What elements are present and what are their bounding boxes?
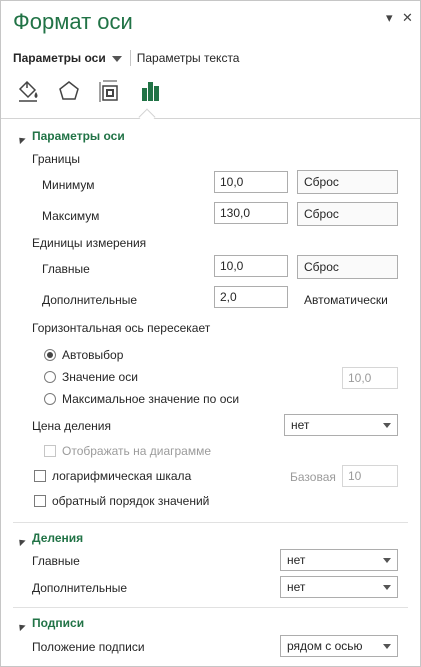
radio-axis-value[interactable] [44, 371, 56, 383]
chevron-down-icon [383, 558, 391, 563]
collapse-triangle-icon [16, 621, 26, 632]
units-label: Единицы измерения [32, 236, 147, 250]
display-units-value: нет [291, 418, 310, 432]
minor-tick-label: Дополнительные [32, 581, 127, 595]
radio-automatic-label[interactable]: Автовыбор [62, 348, 123, 362]
minimum-input[interactable]: 10,0 [214, 171, 288, 193]
axis-options-collapse-toggle[interactable] [16, 131, 26, 145]
minor-unit-state: Автоматически [304, 293, 388, 307]
pane-title: Формат оси [13, 9, 133, 34]
icon-bar-divider [1, 118, 420, 119]
label-position-label: Положение подписи [32, 640, 145, 654]
label-position-dropdown[interactable]: рядом с осью [280, 635, 398, 657]
major-tick-dropdown[interactable]: нет [280, 549, 398, 571]
major-unit-label: Главные [42, 262, 90, 276]
tab-axis-options[interactable]: Параметры оси [13, 51, 106, 65]
minimum-label: Минимум [42, 178, 95, 192]
major-unit-reset-button[interactable]: Сброс [297, 255, 398, 279]
minor-tick-value: нет [287, 580, 306, 594]
major-tick-value: нет [287, 553, 306, 567]
axis-value-input[interactable]: 10,0 [342, 367, 398, 389]
display-units-dropdown[interactable]: нет [284, 414, 398, 436]
radio-max-axis-value-label[interactable]: Максимальное значение по оси [62, 392, 239, 406]
radio-axis-value-label[interactable]: Значение оси [62, 370, 138, 384]
section-divider [13, 522, 408, 523]
reverse-order-checkbox[interactable] [34, 495, 46, 507]
collapse-triangle-icon [16, 134, 26, 145]
chevron-down-icon[interactable] [111, 56, 122, 62]
label-position-value: рядом с осью [287, 639, 363, 653]
show-units-label: Отображать на диаграмме [62, 444, 212, 458]
selected-category-pointer [138, 108, 156, 126]
major-tick-label: Главные [32, 554, 80, 568]
axis-options-bar-chart-icon[interactable] [136, 77, 166, 105]
chevron-down-icon [383, 423, 391, 428]
maximum-input[interactable]: 130,0 [214, 202, 288, 224]
category-icon-bar [13, 77, 177, 105]
radio-max-axis-value[interactable] [44, 393, 56, 405]
format-axis-pane: Формат оси ▾ ✕ Параметры оси Параметры т… [0, 0, 421, 667]
collapse-triangle-icon [16, 536, 26, 547]
close-icon[interactable]: ✕ [402, 10, 413, 26]
maximum-reset-button[interactable]: Сброс [297, 202, 398, 226]
options-tabs: Параметры оси Параметры текста [13, 49, 239, 67]
tick-marks-header[interactable]: Деления [32, 531, 83, 545]
radio-automatic[interactable] [44, 349, 56, 361]
minor-unit-input[interactable]: 2,0 [214, 286, 288, 308]
minor-tick-dropdown[interactable]: нет [280, 576, 398, 598]
bounds-label: Границы [32, 152, 80, 166]
major-unit-input[interactable]: 10,0 [214, 255, 288, 277]
minimum-reset-button[interactable]: Сброс [297, 170, 398, 194]
chevron-down-icon [383, 585, 391, 590]
section-divider [13, 607, 408, 608]
labels-header[interactable]: Подписи [32, 616, 84, 630]
log-base-label: Базовая [290, 470, 336, 484]
effects-pentagon-icon[interactable] [54, 77, 84, 105]
tab-divider [129, 50, 131, 66]
show-units-checkbox[interactable] [44, 445, 56, 457]
reverse-order-label[interactable]: обратный порядок значений [52, 494, 209, 508]
size-properties-icon[interactable] [95, 77, 125, 105]
display-units-label: Цена деления [32, 419, 111, 433]
labels-collapse-toggle[interactable] [16, 618, 26, 632]
fill-line-icon[interactable] [13, 77, 43, 105]
log-scale-checkbox[interactable] [34, 470, 46, 482]
axis-options-header[interactable]: Параметры оси [32, 129, 125, 143]
minor-unit-label: Дополнительные [42, 293, 137, 307]
radio-selected-dot [47, 352, 53, 358]
log-scale-label[interactable]: логарифмическая шкала [52, 469, 191, 483]
tab-text-options[interactable]: Параметры текста [137, 51, 240, 65]
crosses-label: Горизонтальная ось пересекает [32, 321, 211, 335]
chevron-down-icon [383, 644, 391, 649]
log-base-input[interactable]: 10 [342, 465, 398, 487]
tick-marks-collapse-toggle[interactable] [16, 533, 26, 547]
pane-options-menu-icon[interactable]: ▾ [386, 10, 393, 26]
maximum-label: Максимум [42, 209, 100, 223]
